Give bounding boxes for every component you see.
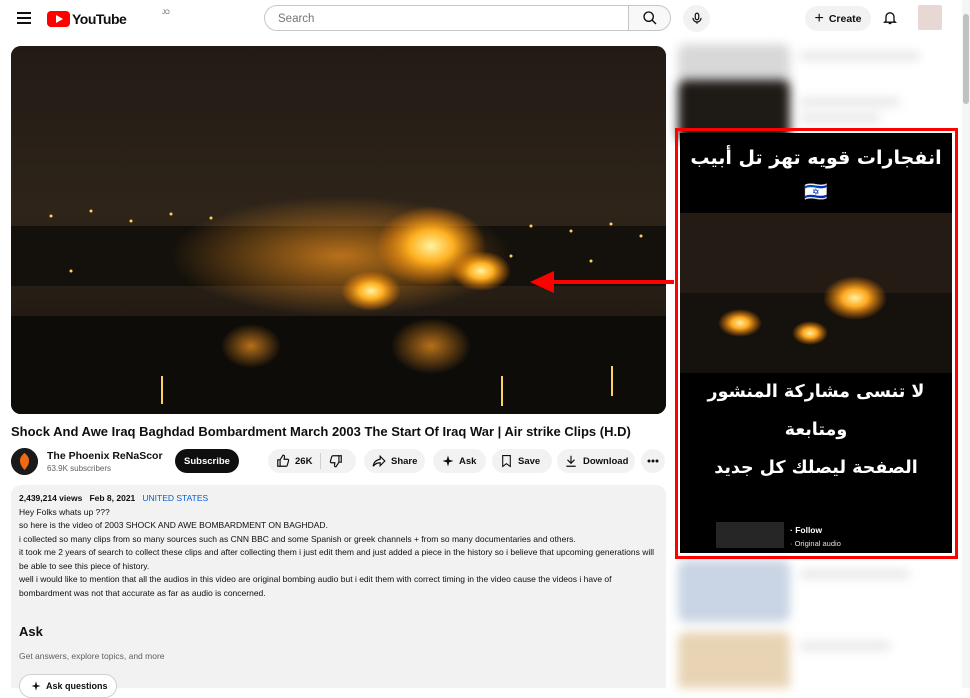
download-label: Download: [583, 455, 629, 467]
video-player[interactable]: [11, 46, 666, 414]
description-meta: 2,439,214 views Feb 8, 2021 UNITED STATE…: [19, 492, 658, 506]
create-label: Create: [828, 12, 862, 25]
page-scrollbar[interactable]: [962, 0, 970, 688]
account-avatar[interactable]: [918, 5, 942, 30]
subscriber-count: 63.9K subscribers: [47, 464, 112, 473]
more-actions-button[interactable]: [641, 449, 665, 473]
sparkle-icon: [31, 681, 41, 691]
voice-search-button[interactable]: [683, 5, 710, 32]
description-line: i collected so many clips from so many s…: [19, 533, 576, 544]
annotation-arrow: [530, 271, 674, 293]
ask-questions-button[interactable]: Ask questions: [19, 674, 117, 698]
like-dislike-group: 26K: [268, 449, 356, 473]
location-link[interactable]: UNITED STATES: [142, 493, 208, 503]
search-bar: [264, 5, 628, 31]
divider: [320, 453, 322, 469]
thumbs-down-icon: [330, 455, 343, 468]
download-button[interactable]: Download: [557, 449, 635, 473]
ask-label: Ask: [459, 455, 477, 467]
recommendation-thumbnail[interactable]: [678, 560, 790, 622]
description-line: Hey Folks whats up ???: [19, 506, 110, 517]
plus-icon: +: [814, 9, 824, 27]
scrollbar-thumb[interactable]: [963, 14, 969, 104]
recommendation-thumbnail[interactable]: [678, 632, 790, 688]
annotation-highlight-box: [675, 128, 958, 559]
recommendation-text: [800, 114, 880, 122]
share-label: Share: [391, 455, 418, 467]
search-button[interactable]: [628, 5, 671, 31]
thumbs-up-icon: [277, 454, 290, 467]
country-code: JO: [162, 10, 170, 16]
notifications-icon[interactable]: [882, 9, 898, 31]
channel-avatar[interactable]: [11, 448, 38, 475]
recommendation-text: [800, 52, 920, 60]
recommendation-text: [800, 642, 890, 650]
recommendation-text: [800, 98, 900, 106]
ask-section-title: Ask: [19, 624, 43, 639]
channel-name[interactable]: The Phoenix ReNaScor: [47, 450, 163, 462]
share-button[interactable]: Share: [364, 449, 425, 473]
microphone-icon: [691, 12, 702, 24]
youtube-logo[interactable]: YouTube JO: [47, 9, 170, 29]
phoenix-logo-icon: [11, 448, 38, 475]
create-button[interactable]: + Create: [805, 6, 871, 31]
share-icon: [372, 454, 386, 468]
view-count: 2,439,214 views: [19, 493, 83, 503]
upload-date: Feb 8, 2021: [89, 493, 136, 503]
video-title: Shock And Awe Iraq Baghdad Bombardment M…: [11, 424, 631, 439]
subscribe-button[interactable]: Subscribe: [175, 449, 239, 473]
ask-section-subtitle: Get answers, explore topics, and more: [19, 651, 165, 661]
video-frame: [11, 46, 666, 414]
description-line: well i would like to mention that all th…: [19, 574, 612, 598]
save-label: Save: [518, 455, 541, 467]
video-description[interactable]: 2,439,214 views Feb 8, 2021 UNITED STATE…: [11, 485, 666, 610]
ask-section: Ask Get answers, explore topics, and mor…: [11, 610, 666, 698]
search-input[interactable]: [276, 12, 610, 26]
sparkle-icon: [442, 455, 454, 467]
youtube-play-icon: [47, 11, 70, 27]
logo-text: YouTube: [72, 11, 127, 27]
download-icon: [566, 455, 576, 467]
like-button[interactable]: 26K: [276, 454, 312, 468]
recommendation-text: [800, 570, 910, 578]
search-icon: [642, 11, 656, 25]
description-line: it took me 2 years of search to collect …: [19, 547, 655, 571]
bookmark-icon: [502, 455, 511, 468]
more-icon: [647, 459, 659, 463]
save-button[interactable]: Save: [492, 449, 552, 473]
ask-button[interactable]: Ask: [433, 449, 486, 473]
menu-icon[interactable]: [17, 12, 31, 24]
ask-questions-label: Ask questions: [46, 681, 108, 691]
dislike-button[interactable]: [329, 454, 343, 468]
like-count: 26K: [295, 455, 313, 467]
description-line: so here is the video of 2003 SHOCK AND A…: [19, 520, 328, 530]
